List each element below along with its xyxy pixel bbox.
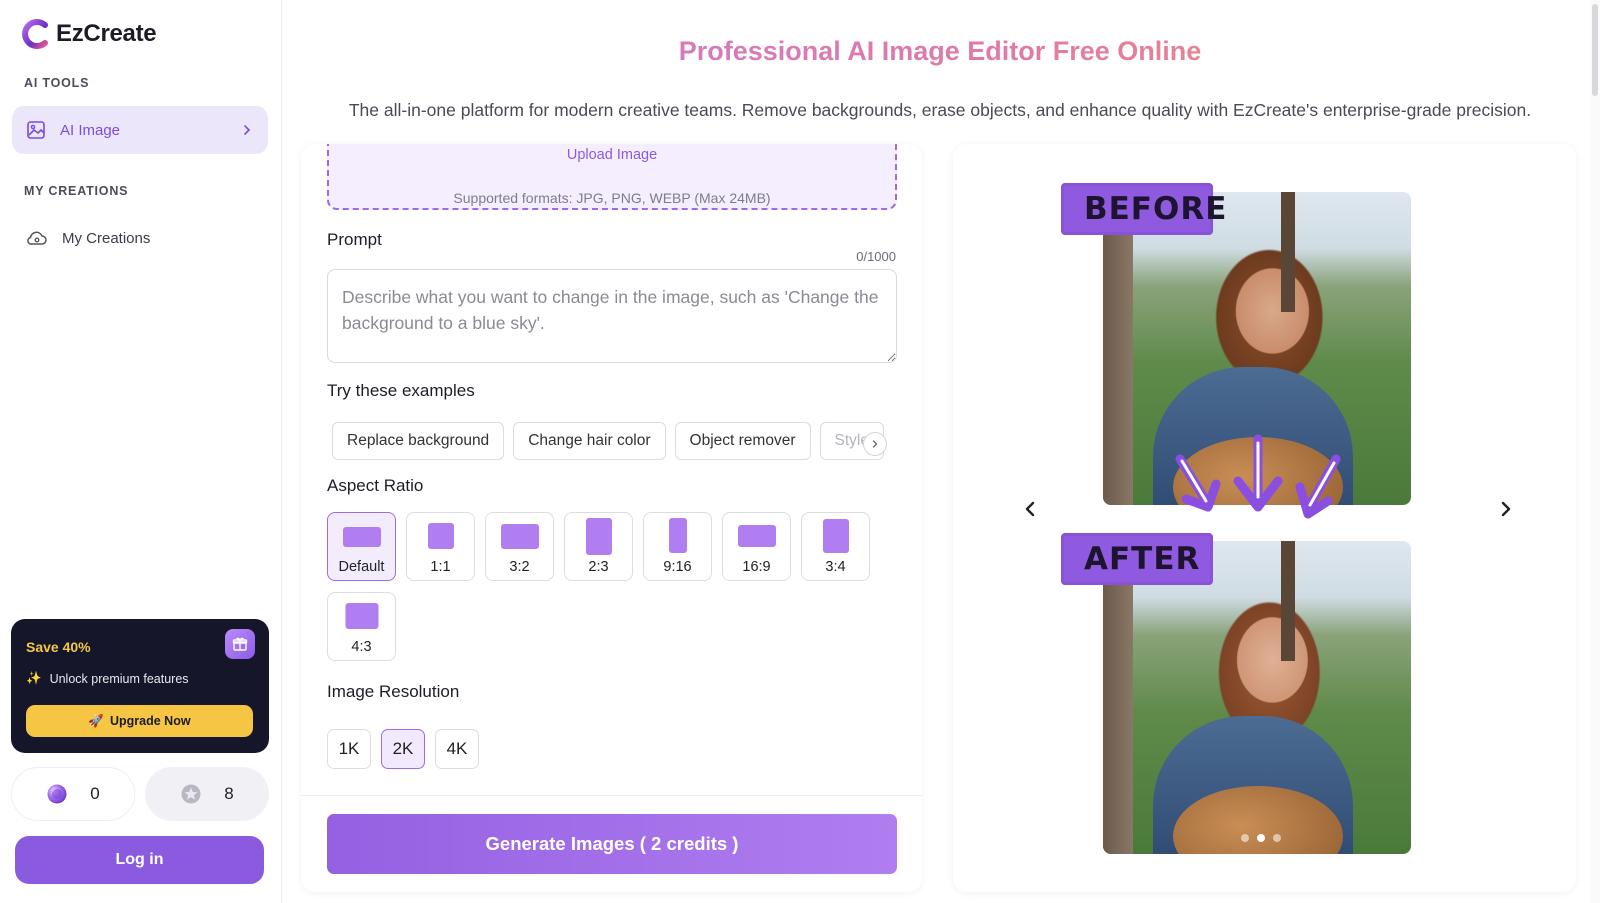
aspect-option-3-2[interactable]: 3:2 bbox=[485, 512, 554, 581]
resolution-option-2k[interactable]: 2K bbox=[381, 729, 425, 769]
silver-credits: 8 bbox=[145, 767, 269, 821]
aspect-shape-default bbox=[342, 527, 381, 547]
carousel-dot[interactable] bbox=[1241, 834, 1249, 842]
page-scrollbar[interactable] bbox=[1590, 0, 1600, 903]
aspect-option-label: 9:16 bbox=[663, 559, 692, 575]
gift-icon[interactable] bbox=[225, 629, 255, 659]
carousel-dots bbox=[1241, 834, 1281, 842]
aspect-option-4-3[interactable]: 4:3 bbox=[327, 592, 396, 661]
upload-dropzone[interactable]: Upload Image Supported formats: JPG, PNG… bbox=[327, 144, 897, 210]
aspect-shape-16-9 bbox=[737, 525, 776, 547]
scrollbar-thumb[interactable] bbox=[1592, 4, 1598, 96]
editor-panel: Upload Image Supported formats: JPG, PNG… bbox=[301, 144, 922, 892]
chevron-right-icon bbox=[872, 440, 878, 448]
image-icon bbox=[27, 121, 45, 139]
section-label-ai-tools: AI TOOLS bbox=[24, 76, 90, 90]
after-stamp: AFTER bbox=[1061, 533, 1213, 585]
rocket-icon: 🚀 bbox=[88, 713, 104, 728]
sparkle-icon: ✨ bbox=[26, 671, 42, 685]
silver-star-icon bbox=[181, 784, 201, 804]
aspect-option-label: 3:4 bbox=[825, 559, 846, 575]
divider bbox=[301, 795, 922, 796]
aspect-option-16-9[interactable]: 16:9 bbox=[722, 512, 791, 581]
brand-logo[interactable]: EzCreate bbox=[20, 18, 157, 50]
aspect-option-default[interactable]: Default bbox=[327, 512, 396, 581]
example-chip-change-hair-color[interactable]: Change hair color bbox=[513, 422, 666, 460]
aspect-option-9-16[interactable]: 9:16 bbox=[643, 512, 712, 581]
sidebar: EzCreate AI TOOLS AI Image MY CREATIONS … bbox=[0, 0, 282, 903]
aspect-shape-9-16 bbox=[668, 518, 687, 553]
example-chip-replace-background[interactable]: Replace background bbox=[332, 422, 505, 460]
aspect-option-2-3[interactable]: 2:3 bbox=[564, 512, 633, 581]
carousel-dot[interactable] bbox=[1257, 834, 1265, 842]
promo-subtitle: ✨ Unlock premium features bbox=[26, 671, 254, 686]
sidebar-item-label: AI Image bbox=[60, 121, 121, 139]
promo-subtitle-text: Unlock premium features bbox=[49, 671, 189, 686]
aspect-option-label: 3:2 bbox=[509, 559, 530, 575]
sidebar-item-label: My Creations bbox=[62, 229, 151, 247]
ezcreate-logo-icon bbox=[22, 19, 48, 49]
purple-gem-icon bbox=[47, 784, 67, 804]
resolution-option-1k[interactable]: 1K bbox=[327, 729, 371, 769]
examples-label: Try these examples bbox=[327, 381, 475, 400]
prompt-label: Prompt bbox=[327, 230, 382, 249]
resolution-label: Image Resolution bbox=[327, 682, 460, 701]
chevron-right-icon bbox=[244, 125, 251, 135]
aspect-option-label: Default bbox=[338, 559, 385, 575]
carousel-dot[interactable] bbox=[1273, 834, 1281, 842]
aspect-option-1-1[interactable]: 1:1 bbox=[406, 512, 475, 581]
aspect-shape-2-3 bbox=[585, 518, 612, 555]
aspect-shape-3-4 bbox=[822, 519, 849, 553]
sidebar-item-my-creations[interactable]: My Creations bbox=[12, 214, 268, 262]
down-arrows-icon bbox=[1175, 434, 1341, 519]
upgrade-now-label: Upgrade Now bbox=[110, 714, 191, 728]
after-image bbox=[1103, 541, 1411, 854]
brand-name: EzCreate bbox=[56, 20, 157, 47]
login-button[interactable]: Log in bbox=[15, 836, 264, 884]
aspect-shape-1-1 bbox=[427, 523, 454, 549]
chevron-left-icon[interactable] bbox=[1019, 498, 1041, 520]
purple-credits: 0 bbox=[11, 767, 135, 821]
sidebar-item-ai-image[interactable]: AI Image bbox=[12, 106, 268, 154]
silver-credits-value: 8 bbox=[224, 784, 234, 803]
aspect-option-label: 16:9 bbox=[742, 559, 771, 575]
promo-card: Save 40% ✨ Unlock premium features 🚀 Upg… bbox=[11, 619, 269, 753]
section-label-my-creations: MY CREATIONS bbox=[24, 184, 129, 198]
example-chip-object-remover[interactable]: Object remover bbox=[674, 422, 811, 460]
aspect-option-3-4[interactable]: 3:4 bbox=[801, 512, 870, 581]
aspect-option-label: 2:3 bbox=[588, 559, 609, 575]
chevron-right-icon[interactable] bbox=[1495, 498, 1517, 520]
aspect-option-label: 1:1 bbox=[430, 559, 451, 575]
aspect-shape-4-3 bbox=[345, 603, 378, 629]
cloud-icon bbox=[27, 231, 47, 245]
upload-formats-hint: Supported formats: JPG, PNG, WEBP (Max 2… bbox=[453, 190, 771, 206]
resolution-option-4k[interactable]: 4K bbox=[435, 729, 479, 769]
aspect-shape-3-2 bbox=[500, 524, 539, 549]
before-stamp: BEFORE bbox=[1061, 183, 1226, 235]
aspect-option-label: 4:3 bbox=[351, 639, 372, 655]
page-title: Professional AI Image Editor Free Online bbox=[282, 36, 1598, 67]
examples-scroll-right-button[interactable] bbox=[863, 432, 887, 456]
generate-images-button[interactable]: Generate Images ( 2 credits ) bbox=[327, 814, 897, 874]
aspect-ratio-label: Aspect Ratio bbox=[327, 476, 424, 495]
preview-panel: BEFORE AFTER bbox=[953, 144, 1576, 892]
prompt-char-counter: 0/1000 bbox=[856, 249, 896, 264]
purple-credits-value: 0 bbox=[90, 784, 100, 803]
prompt-input[interactable] bbox=[327, 269, 897, 363]
page-subtitle: The all-in-one platform for modern creat… bbox=[348, 100, 1532, 120]
promo-title: Save 40% bbox=[26, 639, 91, 655]
example-chips: Replace background Change hair color Obj… bbox=[332, 422, 897, 462]
upload-image-link[interactable]: Upload Image bbox=[329, 147, 895, 163]
upgrade-now-button[interactable]: 🚀 Upgrade Now bbox=[26, 705, 253, 737]
